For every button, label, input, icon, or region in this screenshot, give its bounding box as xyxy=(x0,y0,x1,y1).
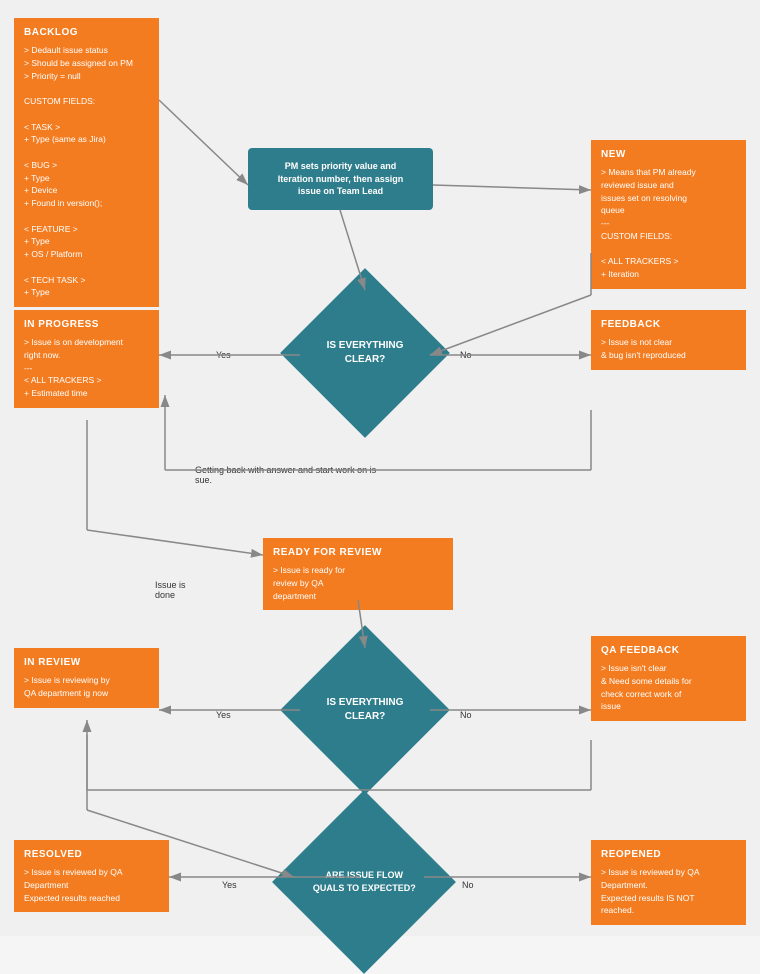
inprogress-box: IN PROGRESS > Issue is on development ri… xyxy=(14,310,159,408)
readyforreview-title: READY FOR REVIEW xyxy=(273,546,443,560)
yes2-label: Yes xyxy=(216,710,231,720)
issuedone-label: Issue isdone xyxy=(155,580,186,600)
backlog-box: BACKLOG > Dedault issue status > Should … xyxy=(14,18,159,307)
resolved-title: RESOLVED xyxy=(24,848,159,862)
inreview-box: IN REVIEW > Issue is reviewing by QA dep… xyxy=(14,648,159,708)
diamond3-shape: ARE ISSUE FLOWQUALS TO EXPECTED? xyxy=(272,790,456,974)
new-title: NEW xyxy=(601,148,736,162)
no2-label: No xyxy=(460,710,472,720)
feedback-title: FEEDBACK xyxy=(601,318,736,332)
qafeedback-title: QA FEEDBACK xyxy=(601,644,736,658)
diamond3-text: ARE ISSUE FLOWQUALS TO EXPECTED? xyxy=(309,869,419,894)
inprogress-content: > Issue is on development right now. ---… xyxy=(24,336,149,400)
feedback-box: FEEDBACK > Issue is not clear & bug isn'… xyxy=(591,310,746,370)
diamond2-shape: IS EVERYTHINGCLEAR? xyxy=(280,625,450,795)
diamond2: IS EVERYTHINGCLEAR? xyxy=(300,645,430,775)
diamond1-shape: IS EVERYTHINGCLEAR? xyxy=(280,268,450,438)
diamond1: IS EVERYTHINGCLEAR? xyxy=(300,288,430,418)
reopened-content: > Issue is reviewed by QA Department. Ex… xyxy=(601,866,736,917)
reopened-box: REOPENED > Issue is reviewed by QA Depar… xyxy=(591,840,746,925)
gettingback-label: Getting back with answer and start work … xyxy=(195,465,376,485)
resolved-content: > Issue is reviewed by QA Department Exp… xyxy=(24,866,159,904)
reopened-title: REOPENED xyxy=(601,848,736,862)
qafeedback-box: QA FEEDBACK > Issue isn't clear & Need s… xyxy=(591,636,746,721)
inprogress-title: IN PROGRESS xyxy=(24,318,149,332)
diamond3: ARE ISSUE FLOWQUALS TO EXPECTED? xyxy=(294,812,434,952)
diagram-container: BACKLOG > Dedault issue status > Should … xyxy=(0,0,760,936)
readyforreview-content: > Issue is ready for review by QA depart… xyxy=(273,564,443,602)
resolved-box: RESOLVED > Issue is reviewed by QA Depar… xyxy=(14,840,169,912)
backlog-title: BACKLOG xyxy=(24,26,149,40)
new-box: NEW > Means that PM already reviewed iss… xyxy=(591,140,746,289)
readyforreview-box: READY FOR REVIEW > Issue is ready for re… xyxy=(263,538,453,610)
diamond2-text: IS EVERYTHINGCLEAR? xyxy=(315,696,415,724)
no1-label: No xyxy=(460,350,472,360)
pm-process-box: PM sets priority value andIteration numb… xyxy=(248,148,433,210)
qafeedback-content: > Issue isn't clear & Need some details … xyxy=(601,662,736,713)
no3-label: No xyxy=(462,880,474,890)
diamond1-text: IS EVERYTHINGCLEAR? xyxy=(315,339,415,367)
yes3-label: Yes xyxy=(222,880,237,890)
pm-process-text: PM sets priority value andIteration numb… xyxy=(278,161,404,196)
new-content: > Means that PM already reviewed issue a… xyxy=(601,166,736,281)
inreview-title: IN REVIEW xyxy=(24,656,149,670)
yes1-label: Yes xyxy=(216,350,231,360)
inreview-content: > Issue is reviewing by QA department ig… xyxy=(24,674,149,700)
backlog-content: > Dedault issue status > Should be assig… xyxy=(24,44,149,299)
feedback-content: > Issue is not clear & bug isn't reprodu… xyxy=(601,336,736,362)
